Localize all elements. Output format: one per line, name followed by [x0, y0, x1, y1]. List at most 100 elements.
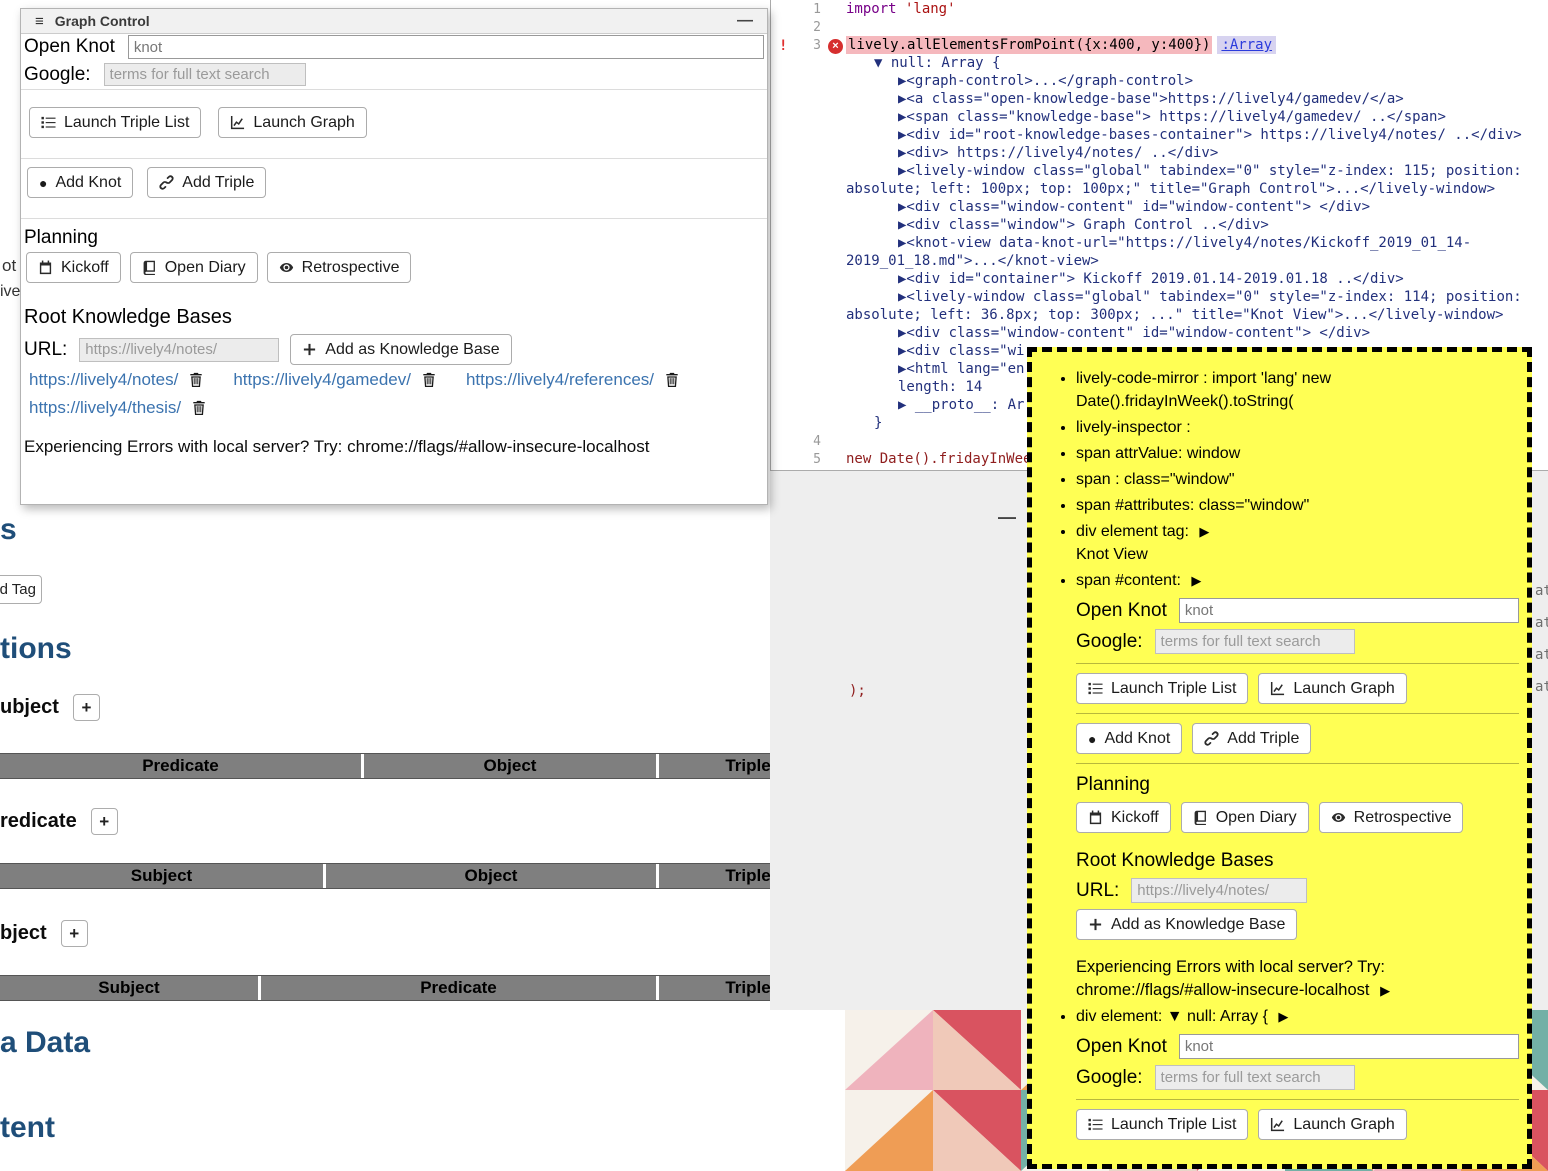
window-minimize-button[interactable]: — [998, 507, 1016, 528]
inspector-line[interactable]: 2019_01_18.md">...</knot-view> [846, 252, 1546, 270]
knowledge-base-link[interactable]: https://lively4/notes/ [29, 370, 178, 390]
knowledge-base-link[interactable]: https://lively4/gamedev/ [233, 370, 411, 390]
delete-knowledge-base-button[interactable] [192, 400, 206, 416]
code-line[interactable]: import'lang' [846, 0, 1548, 18]
google-search-input[interactable] [104, 63, 306, 86]
book-icon [142, 260, 157, 275]
code-fragment: ); [849, 683, 866, 699]
delete-knowledge-base-button[interactable] [665, 372, 679, 388]
local-server-error-hint: Experiencing Errors with local server? T… [1076, 956, 1519, 1002]
truncated-text-fragment: at [1535, 647, 1548, 663]
triples-table-header: Subject Predicate Triple [0, 975, 837, 1001]
inspector-line[interactable]: ▼ null: Array { [846, 54, 1546, 72]
button-label: Open Diary [165, 259, 246, 277]
truncated-text-fragment: at [1535, 679, 1548, 695]
expand-icon[interactable]: ▶ [1380, 983, 1390, 998]
inspector-line[interactable]: ▶<div class="window-content" id="window-… [846, 324, 1546, 342]
type-annotation-link[interactable]: :Array [1221, 37, 1272, 53]
plus-icon [1088, 917, 1103, 932]
google-search-label: Google: [24, 64, 91, 86]
eye-icon [1331, 810, 1346, 825]
open-knot-input[interactable] [1179, 598, 1519, 623]
inspector-line[interactable]: ▶<graph-control>...</graph-control> [846, 72, 1546, 90]
add-triple-button[interactable]: Add Triple [1192, 723, 1311, 754]
embedded-graph-control: Open Knot Google: Launch Triple List [1076, 1034, 1519, 1140]
knowledge-base-url-input[interactable] [1131, 878, 1307, 903]
list-icon [1088, 1117, 1103, 1132]
inspector-line[interactable]: ▶<knot-view data-knot-url="https://livel… [846, 234, 1546, 252]
knowledge-base-link[interactable]: https://lively4/thesis/ [29, 398, 181, 418]
inspector-line[interactable]: absolute; left: 100px; top: 100px;" titl… [846, 180, 1546, 198]
triples-table-header: Subject Object Triple [0, 863, 837, 889]
button-label: Kickoff [61, 259, 109, 277]
launch-graph-button[interactable]: Launch Graph [1258, 673, 1406, 704]
book-icon [1193, 810, 1208, 825]
window-titlebar[interactable]: ≡ Graph Control — [21, 9, 767, 34]
delete-knowledge-base-button[interactable] [422, 372, 436, 388]
add-subject-button[interactable]: + [73, 694, 100, 721]
window-menu-icon[interactable]: ≡ [35, 13, 44, 30]
add-triple-button[interactable]: Add Triple [147, 167, 266, 198]
link-icon [159, 175, 174, 190]
inspection-popup: lively-code-mirror : import 'lang' new D… [1027, 347, 1532, 1169]
inspector-line[interactable]: ▶<div class="window-content" id="window-… [846, 198, 1546, 216]
launch-triple-list-button[interactable]: Launch Triple List [1076, 673, 1248, 704]
item-text: span : class="window" [1076, 471, 1235, 488]
line-chart-icon [230, 115, 245, 130]
google-search-input[interactable] [1155, 629, 1355, 654]
kickoff-button[interactable]: Kickoff [1076, 802, 1171, 833]
add-knot-button[interactable]: ● Add Knot [1076, 723, 1182, 754]
button-label: Retrospective [1354, 809, 1452, 827]
expand-icon[interactable]: ▶ [1278, 1009, 1288, 1024]
open-diary-button[interactable]: Open Diary [130, 252, 258, 283]
retrospective-button[interactable]: Retrospective [267, 252, 412, 283]
inspector-line[interactable]: ▶<lively-window class="global" tabindex=… [846, 288, 1546, 306]
inspection-item: span #attributes: class="window" [1076, 494, 1519, 517]
delete-knowledge-base-button[interactable] [189, 372, 203, 388]
launch-triple-list-button[interactable]: Launch Triple List [29, 107, 201, 138]
expand-icon[interactable]: ▶ [1199, 524, 1209, 539]
add-tag-button[interactable]: d Tag [0, 575, 42, 604]
root-knowledge-bases-heading: Root Knowledge Bases [24, 306, 232, 329]
open-diary-button[interactable]: Open Diary [1181, 802, 1309, 833]
inspector-line[interactable]: absolute; left: 36.8px; top: 300px; ..."… [846, 306, 1546, 324]
knowledge-base-link[interactable]: https://lively4/references/ [466, 370, 654, 390]
line-chart-icon [1270, 1117, 1285, 1132]
expand-icon[interactable]: ▶ [1191, 573, 1201, 588]
launch-graph-button[interactable]: Launch Graph [1258, 1109, 1406, 1140]
add-knot-button[interactable]: ● Add Knot [27, 167, 133, 198]
triples-table-header: Predicate Object Triple [0, 753, 837, 779]
button-label: Open Diary [1216, 809, 1297, 827]
launch-graph-button[interactable]: Launch Graph [218, 107, 366, 138]
launch-triple-list-button[interactable]: Launch Triple List [1076, 1109, 1248, 1140]
line-number: 1 [771, 1, 821, 19]
inspector-line[interactable]: ▶<a class="open-knowledge-base">https://… [846, 90, 1546, 108]
button-label: Launch Graph [1293, 1116, 1394, 1134]
line-number: 2 [771, 19, 821, 37]
open-knot-label: Open Knot [24, 36, 115, 58]
code-line[interactable]: lively.allElementsFromPoint({x:400, y:40… [846, 36, 1548, 54]
add-predicate-button[interactable]: + [91, 808, 118, 835]
knowledge-base-entry: https://lively4/references/ [466, 370, 679, 390]
inspector-line[interactable]: ▶<div id="container"> Kickoff 2019.01.14… [846, 270, 1546, 288]
add-knowledge-base-button[interactable]: Add as Knowledge Base [1076, 909, 1297, 940]
window-minimize-button[interactable]: — [737, 12, 753, 30]
knowledge-base-url-input[interactable] [79, 338, 279, 362]
inspector-line[interactable]: ▶<lively-window class="global" tabindex=… [846, 162, 1546, 180]
truncated-text-fragment: at [1535, 615, 1548, 631]
open-knot-input[interactable] [128, 35, 764, 59]
add-object-button[interactable]: + [61, 920, 88, 947]
inspector-line[interactable]: ▶<span class="knowledge-base"> https://l… [846, 108, 1546, 126]
inspector-line[interactable]: ▶<div id="root-knowledge-bases-container… [846, 126, 1546, 144]
inspection-item: span : class="window" [1076, 468, 1519, 491]
add-knowledge-base-button[interactable]: Add as Knowledge Base [290, 334, 511, 365]
item-text: span #content: [1076, 572, 1181, 589]
list-icon [1088, 681, 1103, 696]
inspector-line[interactable]: ▶<div class="window"> Graph Control ..</… [846, 216, 1546, 234]
link-icon [1204, 731, 1219, 746]
inspector-line[interactable]: ▶<div> https://lively4/notes/ ..</div> [846, 144, 1546, 162]
open-knot-input[interactable] [1179, 1034, 1519, 1059]
kickoff-button[interactable]: Kickoff [26, 252, 121, 283]
retrospective-button[interactable]: Retrospective [1319, 802, 1464, 833]
google-search-input[interactable] [1155, 1065, 1355, 1090]
